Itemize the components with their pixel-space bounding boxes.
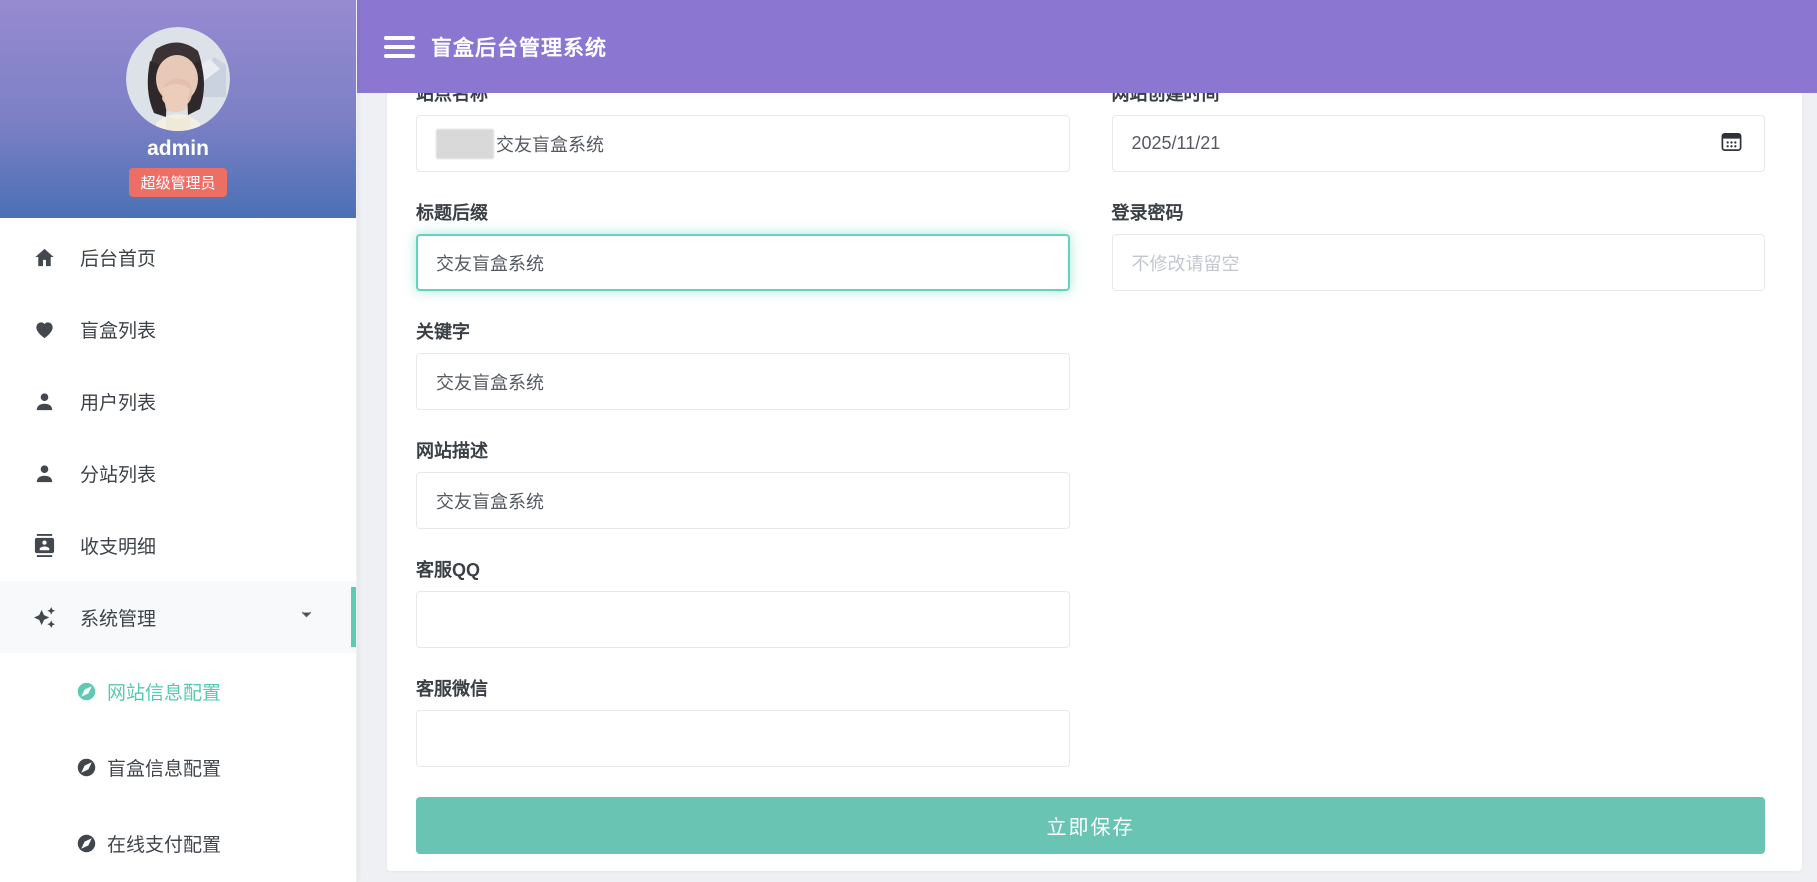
site-name-label: 站点名称 [416, 93, 1070, 105]
created-time-label: 网站创建时间 [1112, 93, 1766, 105]
field-title-suffix: 标题后缀 交友盲盒系统 [416, 202, 1070, 291]
sidebar-item-system-management[interactable]: 系统管理 [0, 581, 356, 653]
description-input[interactable]: 交友盲盒系统 [416, 472, 1070, 529]
service-qq-label: 客服QQ [416, 559, 1070, 581]
sidebar-item-substation-list[interactable]: 分站列表 [0, 437, 356, 509]
system-submenu: 网站信息配置 盲盒信息配置 在线支付配置 [0, 653, 356, 881]
field-login-password: 登录密码 不修改请留空 [1112, 202, 1766, 291]
submenu-item-label: 在线支付配置 [107, 830, 221, 857]
service-wechat-input[interactable] [416, 710, 1070, 767]
field-description: 网站描述 交友盲盒系统 [416, 440, 1070, 529]
sidebar: admin 超级管理员 后台首页 盲盒列表 用户列表 分站列表 [0, 0, 357, 882]
submenu-item-site-info-config[interactable]: 网站信息配置 [0, 653, 356, 729]
field-site-name: 站点名称 交友盲盒系统 [416, 93, 1070, 172]
compass-icon [76, 681, 97, 702]
save-button[interactable]: 立即保存 [416, 797, 1765, 854]
contact-card-icon [33, 534, 56, 557]
settings-form: 站点名称 交友盲盒系统 网站创建时间 2025/11/21 [416, 93, 1765, 854]
home-icon [33, 246, 56, 269]
avatar-image [126, 27, 230, 131]
heart-icon [33, 318, 56, 341]
title-suffix-value: 交友盲盒系统 [436, 250, 544, 276]
created-time-input[interactable]: 2025/11/21 [1112, 115, 1766, 172]
title-suffix-input[interactable]: 交友盲盒系统 [416, 234, 1070, 291]
submenu-item-label: 盲盒信息配置 [107, 754, 221, 781]
sparkles-icon [33, 606, 56, 629]
chevron-down-icon [299, 606, 314, 628]
description-value: 交友盲盒系统 [436, 488, 544, 514]
sidebar-item-label: 盲盒列表 [80, 316, 156, 343]
keywords-value: 交友盲盒系统 [436, 369, 544, 395]
hamburger-icon[interactable] [384, 31, 415, 63]
profile-section: admin 超级管理员 [0, 0, 356, 218]
keywords-label: 关键字 [416, 321, 1070, 343]
sidebar-item-box-list[interactable]: 盲盒列表 [0, 293, 356, 365]
settings-form-card: 站点名称 交友盲盒系统 网站创建时间 2025/11/21 [387, 93, 1802, 871]
sidebar-item-label: 用户列表 [80, 388, 156, 415]
sidebar-item-user-list[interactable]: 用户列表 [0, 365, 356, 437]
field-service-qq: 客服QQ [416, 559, 1070, 648]
top-header: 盲盒后台管理系统 [357, 0, 1817, 93]
avatar[interactable] [126, 27, 230, 131]
service-qq-input[interactable] [416, 591, 1070, 648]
compass-icon [76, 757, 97, 778]
sidebar-item-label: 系统管理 [80, 604, 156, 631]
login-password-placeholder: 不修改请留空 [1132, 250, 1240, 276]
site-name-input[interactable]: 交友盲盒系统 [416, 115, 1070, 172]
field-service-wechat: 客服微信 [416, 678, 1070, 767]
submenu-item-online-payment-config[interactable]: 在线支付配置 [0, 805, 356, 881]
login-password-input[interactable]: 不修改请留空 [1112, 234, 1766, 291]
user-icon [33, 390, 56, 413]
created-time-value: 2025/11/21 [1132, 133, 1221, 154]
sidebar-item-label: 收支明细 [80, 532, 156, 559]
submenu-item-box-info-config[interactable]: 盲盒信息配置 [0, 729, 356, 805]
site-name-value: 交友盲盒系统 [496, 131, 604, 157]
field-created-time: 网站创建时间 2025/11/21 [1112, 93, 1766, 172]
calendar-icon[interactable] [1720, 130, 1743, 158]
service-wechat-label: 客服微信 [416, 678, 1070, 700]
sidebar-item-transactions[interactable]: 收支明细 [0, 509, 356, 581]
user-icon [33, 462, 56, 485]
submenu-item-label: 网站信息配置 [107, 678, 221, 705]
username: admin [147, 137, 209, 161]
sidebar-item-label: 后台首页 [80, 244, 156, 271]
sidebar-item-dashboard[interactable]: 后台首页 [0, 221, 356, 293]
login-password-label: 登录密码 [1112, 202, 1766, 224]
main-content: 站点名称 交友盲盒系统 网站创建时间 2025/11/21 [357, 93, 1817, 882]
sidebar-item-label: 分站列表 [80, 460, 156, 487]
redacted-text [436, 129, 494, 159]
app-title: 盲盒后台管理系统 [431, 32, 607, 62]
sidebar-menu: 后台首页 盲盒列表 用户列表 分站列表 收支明细 [0, 221, 356, 881]
description-label: 网站描述 [416, 440, 1070, 462]
keywords-input[interactable]: 交友盲盒系统 [416, 353, 1070, 410]
compass-icon [76, 833, 97, 854]
field-keywords: 关键字 交友盲盒系统 [416, 321, 1070, 410]
title-suffix-label: 标题后缀 [416, 202, 1070, 224]
role-badge: 超级管理员 [129, 168, 226, 197]
